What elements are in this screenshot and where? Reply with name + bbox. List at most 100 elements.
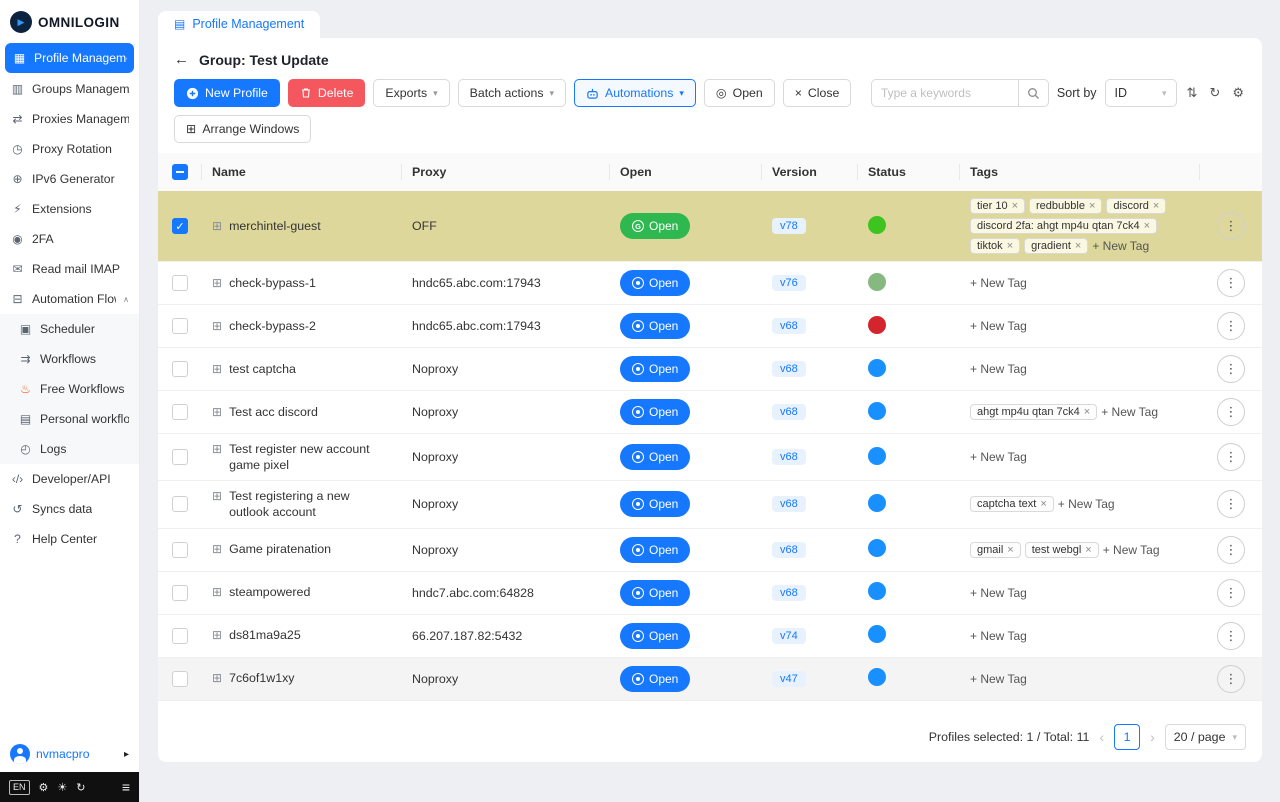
sidebar-item-proxies-managem[interactable]: ⇄ Proxies Managem... — [0, 104, 139, 134]
row-more-button[interactable]: ⋮ — [1217, 355, 1245, 383]
tag-pill[interactable]: test webgl × — [1024, 541, 1099, 558]
new-tag-button[interactable]: + New Tag — [970, 672, 1027, 686]
sidebar-item-automation-flow[interactable]: ⊟ Automation Flow ∧ — [0, 284, 139, 314]
new-tag-button[interactable]: + New Tag — [1092, 239, 1149, 253]
table-row[interactable]: ⊞ test captcha Noproxy Open v68 + New Ta… — [158, 347, 1262, 391]
new-profile-button[interactable]: New Profile — [174, 79, 280, 107]
row-checkbox[interactable] — [172, 361, 188, 377]
row-more-button[interactable]: ⋮ — [1217, 212, 1245, 240]
row-checkbox[interactable] — [172, 449, 188, 466]
table-row[interactable]: ✓ ⊞ merchintel-guest OFF G Open v78 tier… — [158, 191, 1262, 262]
page-size-select[interactable]: 20 / page ▾ — [1164, 724, 1246, 750]
tag-pill[interactable]: discord × — [1106, 198, 1167, 214]
sidebar-item-syncs-data[interactable]: ↺ Syncs data — [0, 494, 139, 524]
row-checkbox[interactable] — [172, 627, 188, 644]
row-more-button[interactable]: ⋮ — [1217, 312, 1245, 340]
tab-profile-management[interactable]: ▤ Profile Management — [158, 11, 321, 38]
search-input[interactable] — [870, 79, 1019, 107]
open-button[interactable]: Open — [620, 622, 691, 649]
open-button[interactable]: Open — [620, 270, 691, 296]
table-row[interactable]: ⊞ Test registering a new outlook account… — [158, 480, 1262, 529]
row-checkbox[interactable] — [172, 584, 188, 601]
row-checkbox[interactable] — [172, 541, 188, 558]
sidebar-item-extensions[interactable]: ⚡ Extensions — [0, 194, 139, 224]
sidebar-item-groups-managem[interactable]: ▥ Groups Managem... — [0, 74, 139, 104]
table-row[interactable]: ⊞ Test acc discord Noproxy Open v68 ahgt… — [158, 390, 1262, 434]
table-row[interactable]: ⊞ Test register new account game pixel N… — [158, 433, 1262, 482]
tag-close-icon[interactable]: × — [1040, 498, 1046, 510]
table-row[interactable]: ⊞ check-bypass-1 hndc65.abc.com:17943 Op… — [158, 261, 1262, 305]
sidebar-item-2fa[interactable]: ◉ 2FA — [0, 224, 139, 254]
new-tag-button[interactable]: + New Tag — [970, 586, 1027, 600]
sidebar-item-developer-api[interactable]: ‹/› Developer/API — [0, 464, 139, 494]
table-row[interactable]: ⊞ 7c6of1w1xy Noproxy Open v47 + New Tag … — [158, 657, 1262, 701]
batch-actions-button[interactable]: Batch actions ▾ — [457, 79, 567, 107]
gear-icon[interactable]: ⚙ — [39, 781, 49, 794]
new-tag-button[interactable]: + New Tag — [1103, 543, 1160, 557]
row-checkbox[interactable] — [172, 275, 188, 291]
tag-pill[interactable]: discord 2fa: ahgt mp4u qtan 7ck4 × — [970, 218, 1158, 234]
sidebar-item-profile-management[interactable]: ▦ Profile Management — [5, 43, 134, 73]
tag-pill[interactable]: captcha text × — [970, 496, 1054, 513]
new-tag-button[interactable]: + New Tag — [970, 319, 1027, 333]
row-more-button[interactable]: ⋮ — [1217, 490, 1245, 519]
user-row[interactable]: nvmacpro ▸ — [0, 736, 139, 772]
page-number[interactable]: 1 — [1114, 724, 1141, 750]
open-button[interactable]: Open — [620, 536, 691, 563]
sidebar-item-free-workflows[interactable]: ♨ Free Workflows — [0, 374, 139, 404]
open-button[interactable]: Open — [620, 399, 691, 425]
sidebar-item-ipv6-generator[interactable]: ⊕ IPv6 Generator — [0, 164, 139, 194]
delete-button[interactable]: Delete — [287, 79, 366, 107]
refresh-icon[interactable]: ↻ — [76, 781, 85, 794]
open-button[interactable]: G Open — [620, 213, 691, 239]
arrange-windows-button[interactable]: ⊞ Arrange Windows — [174, 115, 312, 143]
open-button[interactable]: Open — [620, 313, 691, 339]
exports-button[interactable]: Exports ▾ — [373, 79, 450, 107]
row-more-button[interactable]: ⋮ — [1217, 535, 1245, 564]
tag-close-icon[interactable]: × — [1007, 544, 1013, 556]
new-tag-button[interactable]: + New Tag — [970, 362, 1027, 376]
sort-field-select[interactable]: ID ▾ — [1104, 79, 1177, 107]
back-button[interactable]: ← — [174, 51, 189, 68]
new-tag-button[interactable]: + New Tag — [970, 450, 1027, 464]
sidebar-item-read-mail-imap[interactable]: ✉ Read mail IMAP — [0, 254, 139, 284]
sidebar-item-workflows[interactable]: ⇉ Workflows — [0, 344, 139, 374]
tag-pill[interactable]: redbubble × — [1029, 198, 1103, 214]
row-checkbox[interactable] — [172, 318, 188, 334]
menu-icon[interactable]: ≡ — [122, 779, 130, 795]
row-checkbox[interactable] — [172, 496, 188, 513]
sidebar-item-help-center[interactable]: ? Help Center — [0, 524, 139, 554]
tag-pill[interactable]: gradient × — [1024, 238, 1089, 254]
tag-close-icon[interactable]: × — [1089, 200, 1095, 212]
tag-close-icon[interactable]: × — [1084, 406, 1090, 418]
tag-close-icon[interactable]: × — [1085, 544, 1091, 556]
next-page-icon[interactable]: › — [1150, 729, 1155, 745]
tag-close-icon[interactable]: × — [1007, 240, 1013, 252]
open-button[interactable]: Open — [620, 665, 691, 692]
settings-gear-icon[interactable]: ⚙ — [1230, 83, 1246, 103]
new-tag-button[interactable]: + New Tag — [970, 276, 1027, 290]
prev-page-icon[interactable]: ‹ — [1099, 729, 1104, 745]
row-more-button[interactable]: ⋮ — [1217, 578, 1245, 607]
tag-close-icon[interactable]: × — [1075, 240, 1081, 252]
table-row[interactable]: ⊞ check-bypass-2 hndc65.abc.com:17943 Op… — [158, 304, 1262, 348]
tag-close-icon[interactable]: × — [1153, 200, 1159, 212]
row-more-button[interactable]: ⋮ — [1217, 398, 1245, 426]
sidebar-item-personal-workflo[interactable]: ▤ Personal workflo... — [0, 404, 139, 434]
language-badge[interactable]: EN — [9, 779, 30, 795]
new-tag-button[interactable]: + New Tag — [1101, 405, 1158, 419]
table-row[interactable]: ⊞ ds81ma9a25 66.207.187.82:5432 Open v74… — [158, 614, 1262, 658]
sort-order-icon[interactable]: ⇅ — [1185, 83, 1200, 103]
row-more-button[interactable]: ⋮ — [1217, 269, 1245, 297]
row-checkbox[interactable] — [172, 670, 188, 687]
refresh-icon[interactable]: ↻ — [1207, 83, 1222, 103]
tag-close-icon[interactable]: × — [1012, 200, 1018, 212]
row-checkbox[interactable] — [172, 404, 188, 420]
new-tag-button[interactable]: + New Tag — [1058, 497, 1115, 511]
table-row[interactable]: ⊞ steampowered hndc7.abc.com:64828 Open … — [158, 571, 1262, 615]
sidebar-item-proxy-rotation[interactable]: ◷ Proxy Rotation — [0, 134, 139, 164]
table-row[interactable]: ⊞ Game piratenation Noproxy Open v68 gma… — [158, 528, 1262, 572]
sun-icon[interactable]: ☀ — [57, 781, 67, 794]
row-checkbox[interactable]: ✓ — [172, 218, 188, 234]
select-all-checkbox[interactable] — [172, 164, 188, 180]
